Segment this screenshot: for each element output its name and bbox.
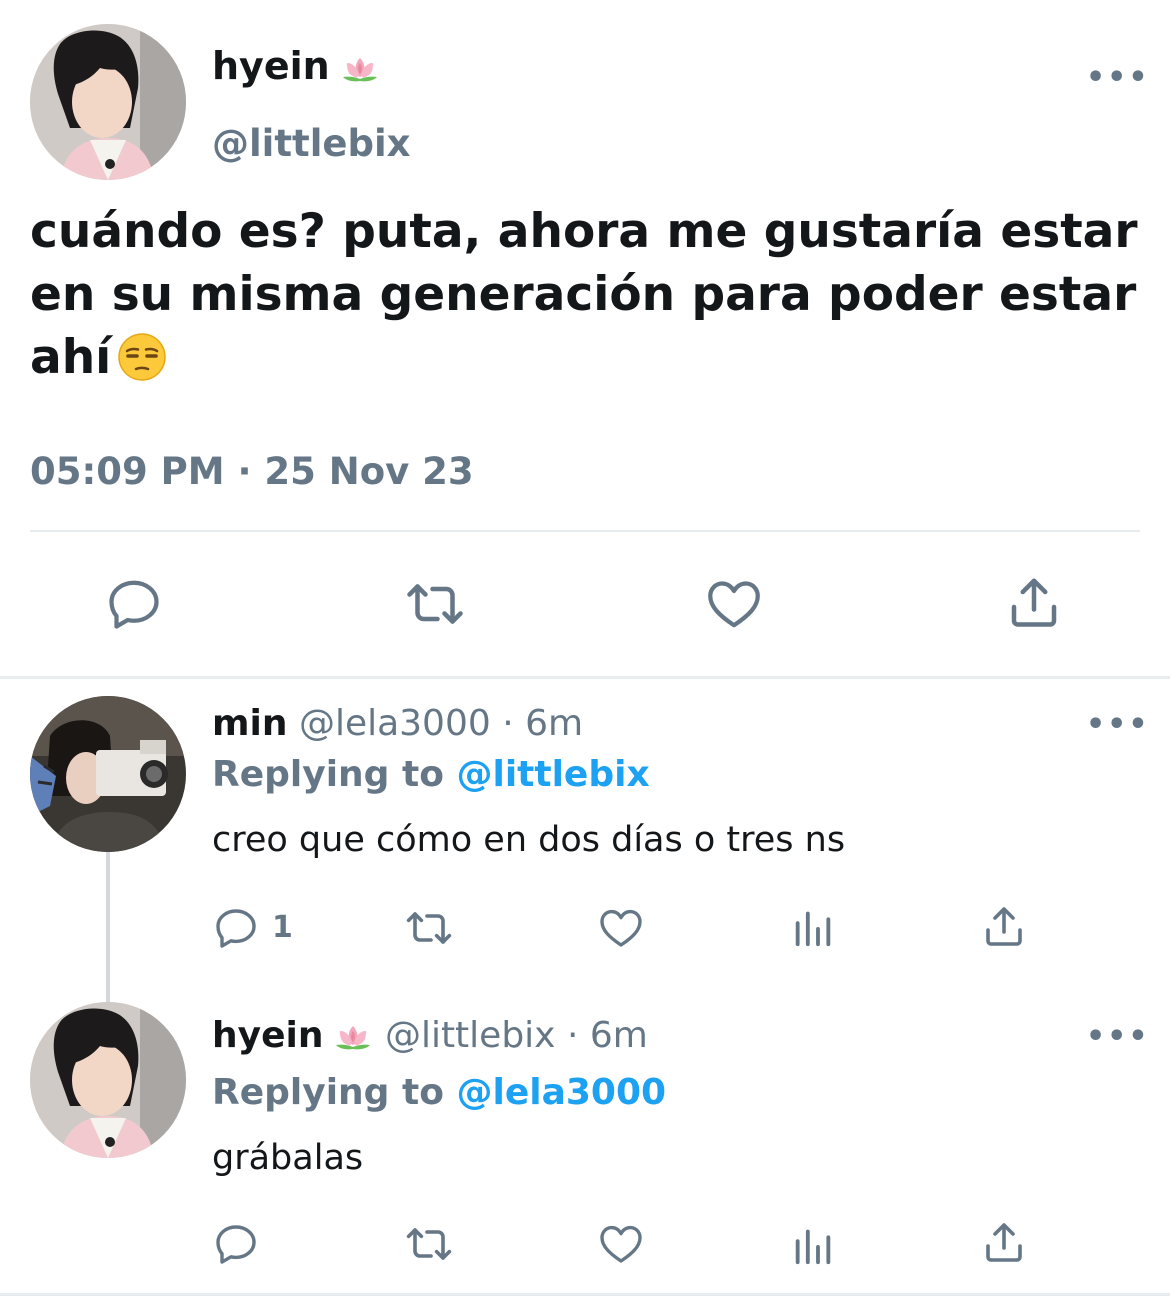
share-icon[interactable]: [980, 1218, 1028, 1266]
divider: [30, 530, 1140, 532]
reply-avatar[interactable]: [30, 696, 186, 852]
more-options-icon[interactable]: •••: [1086, 1019, 1150, 1054]
reply-author-name[interactable]: min: [212, 703, 287, 744]
like-icon[interactable]: [596, 904, 646, 952]
author-avatar[interactable]: [30, 24, 186, 180]
share-icon[interactable]: [1004, 572, 1064, 632]
reply-icon[interactable]: [212, 1220, 260, 1268]
divider: [0, 676, 1170, 679]
reply-time[interactable]: 6m: [590, 1015, 648, 1056]
reply-author-name[interactable]: hyein: [212, 1015, 323, 1056]
replying-to: Replying to @lela3000: [212, 1072, 667, 1113]
reply-author-handle[interactable]: @lela3000: [299, 703, 491, 744]
reply-icon[interactable]: [212, 904, 260, 952]
reply-icon[interactable]: [104, 574, 164, 634]
mention-link[interactable]: @lela3000: [456, 1072, 666, 1113]
mention-link[interactable]: @littlebix: [456, 754, 649, 795]
reply-header: hyein @littlebix · 6m: [212, 1015, 648, 1056]
author-name[interactable]: hyein: [212, 44, 380, 88]
retweet-icon[interactable]: [400, 574, 470, 634]
reply-author-handle[interactable]: @littlebix: [385, 1015, 556, 1056]
more-options-icon[interactable]: •••: [1086, 707, 1150, 742]
like-icon[interactable]: [596, 1220, 646, 1268]
like-icon[interactable]: [704, 574, 764, 634]
reply-avatar[interactable]: [30, 1002, 186, 1158]
reply-text: creo que cómo en dos días o tres ns: [212, 820, 846, 860]
reply-text: grábalas: [212, 1138, 364, 1178]
analytics-icon[interactable]: [790, 904, 836, 950]
lotus-emoji: [333, 1023, 373, 1051]
reply-time[interactable]: 6m: [525, 703, 583, 744]
retweet-icon[interactable]: [400, 1220, 458, 1268]
more-options-icon[interactable]: •••: [1086, 60, 1150, 95]
tweet-text: cuándo es? puta, ahora me gustaría estar…: [30, 204, 1138, 385]
retweet-icon[interactable]: [400, 904, 458, 952]
author-handle[interactable]: @littlebix: [212, 122, 411, 165]
lotus-emoji: [340, 55, 380, 83]
replying-to: Replying to @littlebix: [212, 754, 650, 795]
reply-header: min @lela3000 · 6m: [212, 703, 584, 744]
thread-line: [106, 852, 110, 1002]
analytics-icon[interactable]: [790, 1222, 836, 1268]
reply-count: 1: [272, 910, 293, 945]
share-icon[interactable]: [980, 902, 1028, 950]
unamused-face-emoji: [117, 332, 167, 382]
tweet-timestamp[interactable]: 05:09 PM · 25 Nov 23: [30, 450, 474, 493]
